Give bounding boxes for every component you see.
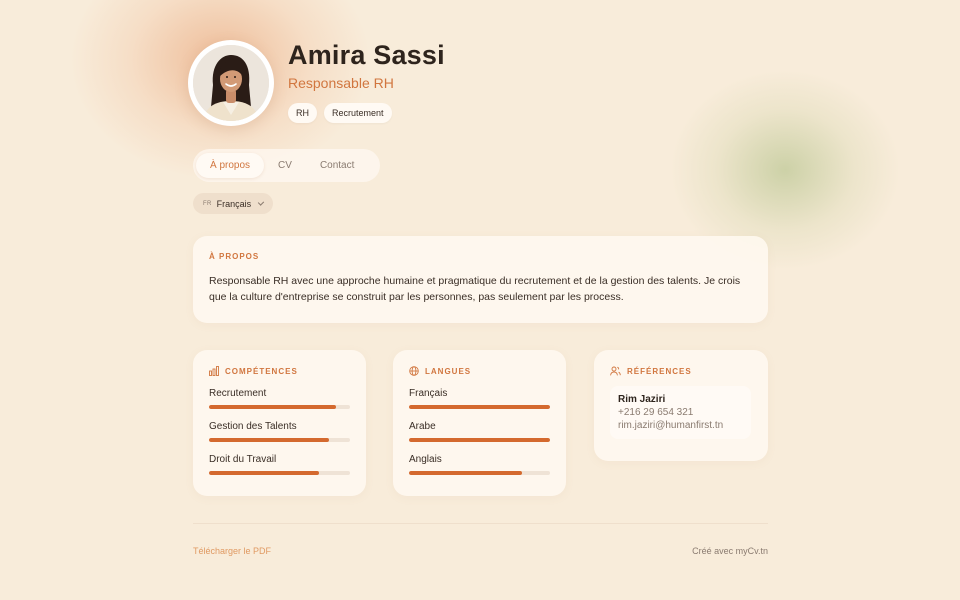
language-select-value: Français (216, 198, 252, 209)
tab-a-propos[interactable]: À propos (196, 153, 265, 178)
tag: RH (288, 103, 317, 123)
skill-bar-fill (209, 471, 319, 475)
skill-label: Recrutement (209, 388, 267, 399)
about-card: À PROPOS Responsable RH avec une approch… (193, 236, 768, 323)
skills-card: COMPÉTENCES Recrutement Gestion des Tale… (193, 350, 366, 496)
skill-item: Gestion des Talents (209, 421, 350, 442)
tab-bar: À propos CV Contact (193, 149, 380, 182)
avatar (188, 40, 274, 126)
tag: Recrutement (324, 103, 392, 123)
tab-cv[interactable]: CV (264, 153, 306, 178)
language-bar-fill (409, 405, 550, 409)
languages-header: LANGUES (409, 366, 550, 376)
globe-icon (409, 366, 419, 376)
languages-card: LANGUES Français Arabe Anglais (393, 350, 566, 496)
skill-item: Recrutement (209, 388, 350, 409)
language-label: Arabe (409, 421, 436, 432)
profile-page: Amira Sassi Responsable RH RH Recrutemen… (188, 0, 768, 600)
language-bar-track (409, 405, 550, 409)
language-label: Anglais (409, 454, 442, 465)
chevron-down-icon (257, 198, 265, 206)
reference-item: Rim Jaziri +216 29 654 321 rim.jaziri@hu… (610, 386, 751, 439)
language-bar-fill (409, 438, 550, 442)
language-item: Français (409, 388, 550, 409)
language-code: FR (203, 200, 212, 207)
skills-header: COMPÉTENCES (209, 366, 350, 376)
skill-label: Gestion des Talents (209, 421, 297, 432)
tab-contact[interactable]: Contact (306, 153, 368, 178)
footer-credit: Créé avec myCv.tn (692, 546, 768, 556)
bar-chart-icon (209, 366, 219, 376)
language-bar-track (409, 471, 550, 475)
skill-bar-track (209, 405, 350, 409)
language-bar-track (409, 438, 550, 442)
language-item: Arabe (409, 421, 550, 442)
about-title: À PROPOS (209, 252, 260, 261)
skill-item: Droit du Travail (209, 454, 350, 475)
language-label: Français (409, 388, 448, 399)
language-item: Anglais (409, 454, 550, 475)
skill-bar-fill (209, 405, 336, 409)
skill-label: Droit du Travail (209, 454, 277, 465)
reference-name: Rim Jaziri (618, 394, 666, 405)
skills-title: COMPÉTENCES (225, 366, 298, 376)
references-card: RÉFÉRENCES Rim Jaziri +216 29 654 321 ri… (594, 350, 768, 461)
about-text: Responsable RH avec une approche humaine… (209, 275, 741, 303)
users-icon (610, 366, 621, 376)
download-pdf-link[interactable]: Télécharger le PDF (193, 546, 271, 556)
language-select[interactable]: FR Français (193, 193, 273, 214)
references-title: RÉFÉRENCES (627, 366, 692, 376)
language-bar-fill (409, 471, 522, 475)
profile-role: Responsable RH (288, 75, 394, 91)
profile-photo (193, 45, 269, 121)
skill-bar-track (209, 471, 350, 475)
languages-title: LANGUES (425, 366, 472, 376)
profile-name: Amira Sassi (288, 40, 445, 70)
profile-tags: RH Recrutement (288, 103, 392, 123)
skill-bar-track (209, 438, 350, 442)
reference-phone[interactable]: +216 29 654 321 (618, 407, 743, 418)
reference-email[interactable]: rim.jaziri@humanfirst.tn (618, 420, 743, 431)
skill-bar-fill (209, 438, 329, 442)
references-header: RÉFÉRENCES (610, 366, 752, 376)
footer-divider (193, 523, 768, 524)
